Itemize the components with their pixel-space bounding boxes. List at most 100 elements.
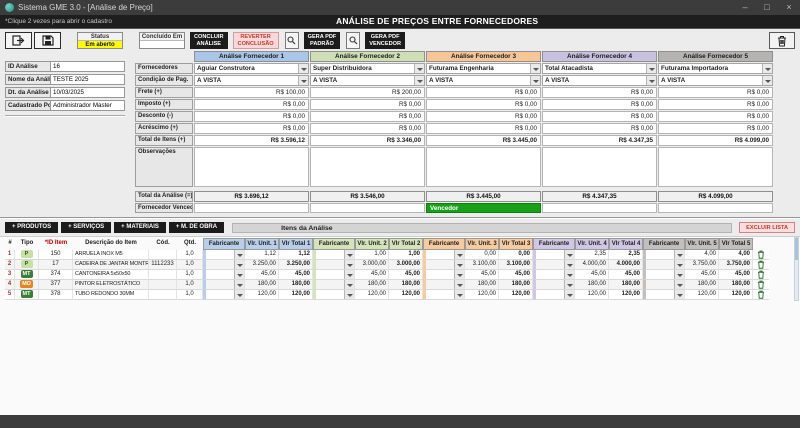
item-4-fabricante-5-select[interactable]: [643, 280, 685, 290]
item-1-vlr-unit-1[interactable]: 1,12: [245, 250, 279, 260]
chevron-down-icon[interactable]: [674, 250, 684, 259]
excluir-lista-button[interactable]: EXCLUIR LISTA: [739, 222, 795, 233]
scrollbar-thumb[interactable]: [795, 238, 798, 260]
chevron-down-icon[interactable]: [344, 280, 354, 289]
item-4-qtd[interactable]: 1,0: [177, 280, 203, 290]
gera-pdf-padrao-button[interactable]: GERA PDF PADRÃO: [304, 32, 341, 49]
item-5-vlr-unit-4[interactable]: 120,00: [575, 290, 609, 300]
item-1-fabricante-1-select[interactable]: [203, 250, 245, 260]
save-button[interactable]: [34, 32, 61, 49]
chevron-down-icon[interactable]: [530, 76, 540, 85]
add-mao-de-obra-button[interactable]: + M. DE OBRA: [169, 222, 224, 233]
item-3-fabricante-2-select[interactable]: [313, 270, 355, 280]
item-3-vlr-unit-4[interactable]: 45,00: [575, 270, 609, 280]
item-3-fabricante-5-select[interactable]: [643, 270, 685, 280]
item-3-vlr-unit-5[interactable]: 45,00: [685, 270, 719, 280]
item-2-vlr-unit-3[interactable]: 3.100,00: [465, 260, 499, 270]
chevron-down-icon[interactable]: [674, 290, 684, 299]
items-scrollbar[interactable]: [794, 237, 799, 301]
item-2-vlr-unit-5[interactable]: 3.750,00: [685, 260, 719, 270]
chevron-down-icon[interactable]: [674, 260, 684, 269]
dt-analise-field[interactable]: 10/03/2025: [51, 87, 125, 98]
supplier-2-imposto-field[interactable]: R$ 0,00: [310, 99, 425, 110]
item-3-fabricante-3-select[interactable]: [423, 270, 465, 280]
item-4-fabricante-4-select[interactable]: [533, 280, 575, 290]
item-4-fabricante-1-select[interactable]: [203, 280, 245, 290]
supplier-3-desconto-field[interactable]: R$ 0,00: [426, 111, 541, 122]
supplier-1-imposto-field[interactable]: R$ 0,00: [194, 99, 309, 110]
supplier-4-name-select[interactable]: Total Atacadista: [542, 63, 657, 74]
supplier-2-observacoes-field[interactable]: [310, 147, 425, 187]
item-3-fabricante-4-select[interactable]: [533, 270, 575, 280]
reverter-conclusao-button[interactable]: REVERTER CONCLUSÃO: [233, 32, 279, 49]
add-produtos-button[interactable]: + PRODUTOS: [5, 222, 58, 233]
chevron-down-icon[interactable]: [454, 280, 464, 289]
supplier-4-desconto-field[interactable]: R$ 0,00: [542, 111, 657, 122]
item-4-fabricante-2-select[interactable]: [313, 280, 355, 290]
item-4-vlr-unit-2[interactable]: 180,00: [355, 280, 389, 290]
item-1-vlr-unit-3[interactable]: 0,00: [465, 250, 499, 260]
item-1-delete-button[interactable]: [753, 250, 769, 260]
chevron-down-icon[interactable]: [298, 64, 308, 73]
supplier-4-acrescimo-field[interactable]: R$ 0,00: [542, 123, 657, 134]
supplier-2-frete-field[interactable]: R$ 200,00: [310, 87, 425, 98]
chevron-down-icon[interactable]: [454, 250, 464, 259]
chevron-down-icon[interactable]: [344, 290, 354, 299]
concluir-analise-button[interactable]: CONCLUIR ANÁLISE: [190, 32, 228, 49]
chevron-down-icon[interactable]: [234, 250, 244, 259]
chevron-down-icon[interactable]: [564, 290, 574, 299]
item-1-fabricante-3-select[interactable]: [423, 250, 465, 260]
item-3-qtd[interactable]: 1,0: [177, 270, 203, 280]
supplier-5-payment-select[interactable]: A VISTA: [658, 75, 773, 86]
supplier-3-acrescimo-field[interactable]: R$ 0,00: [426, 123, 541, 134]
supplier-1-observacoes-field[interactable]: [194, 147, 309, 187]
supplier-5-acrescimo-field[interactable]: R$ 0,00: [658, 123, 773, 134]
chevron-down-icon[interactable]: [646, 64, 656, 73]
delete-analysis-button[interactable]: [769, 32, 795, 49]
item-5-delete-button[interactable]: [753, 290, 769, 300]
supplier-4-observacoes-field[interactable]: [542, 147, 657, 187]
item-5-vlr-unit-3[interactable]: 120,00: [465, 290, 499, 300]
supplier-2-desconto-field[interactable]: R$ 0,00: [310, 111, 425, 122]
item-5-qtd[interactable]: 1,0: [177, 290, 203, 300]
nome-analise-field[interactable]: TESTE 2025: [51, 74, 125, 85]
item-1-fabricante-5-select[interactable]: [643, 250, 685, 260]
item-3-delete-button[interactable]: [753, 270, 769, 280]
item-4-vlr-unit-1[interactable]: 180,00: [245, 280, 279, 290]
chevron-down-icon[interactable]: [344, 250, 354, 259]
item-1-vlr-unit-5[interactable]: 4,00: [685, 250, 719, 260]
close-button[interactable]: ×: [778, 0, 800, 15]
supplier-4-frete-field[interactable]: R$ 0,00: [542, 87, 657, 98]
preview-pdf-vencedor-button[interactable]: [346, 32, 360, 49]
item-5-fabricante-1-select[interactable]: [203, 290, 245, 300]
minimize-button[interactable]: –: [734, 0, 756, 15]
add-materiais-button[interactable]: + MATERIAIS: [114, 222, 166, 233]
preview-pdf-padrao-button[interactable]: [285, 32, 299, 49]
chevron-down-icon[interactable]: [454, 260, 464, 269]
chevron-down-icon[interactable]: [454, 270, 464, 279]
chevron-down-icon[interactable]: [564, 250, 574, 259]
item-4-fabricante-3-select[interactable]: [423, 280, 465, 290]
supplier-1-frete-field[interactable]: R$ 100,00: [194, 87, 309, 98]
item-4-vlr-unit-4[interactable]: 180,00: [575, 280, 609, 290]
chevron-down-icon[interactable]: [674, 280, 684, 289]
item-1-fabricante-2-select[interactable]: [313, 250, 355, 260]
item-2-qtd[interactable]: 1,0: [177, 260, 203, 270]
item-1-vlr-unit-4[interactable]: 2,35: [575, 250, 609, 260]
supplier-5-observacoes-field[interactable]: [658, 147, 773, 187]
item-5-fabricante-4-select[interactable]: [533, 290, 575, 300]
supplier-2-name-select[interactable]: Super Distribuidora: [310, 63, 425, 74]
chevron-down-icon[interactable]: [234, 280, 244, 289]
chevron-down-icon[interactable]: [454, 290, 464, 299]
item-1-vlr-unit-2[interactable]: 1,00: [355, 250, 389, 260]
item-2-vlr-unit-4[interactable]: 4.000,00: [575, 260, 609, 270]
item-2-fabricante-1-select[interactable]: [203, 260, 245, 270]
chevron-down-icon[interactable]: [234, 290, 244, 299]
supplier-1-desconto-field[interactable]: R$ 0,00: [194, 111, 309, 122]
chevron-down-icon[interactable]: [762, 64, 772, 73]
item-2-vlr-unit-2[interactable]: 3.000,00: [355, 260, 389, 270]
item-2-fabricante-3-select[interactable]: [423, 260, 465, 270]
supplier-1-acrescimo-field[interactable]: R$ 0,00: [194, 123, 309, 134]
item-5-vlr-unit-2[interactable]: 120,00: [355, 290, 389, 300]
chevron-down-icon[interactable]: [564, 260, 574, 269]
